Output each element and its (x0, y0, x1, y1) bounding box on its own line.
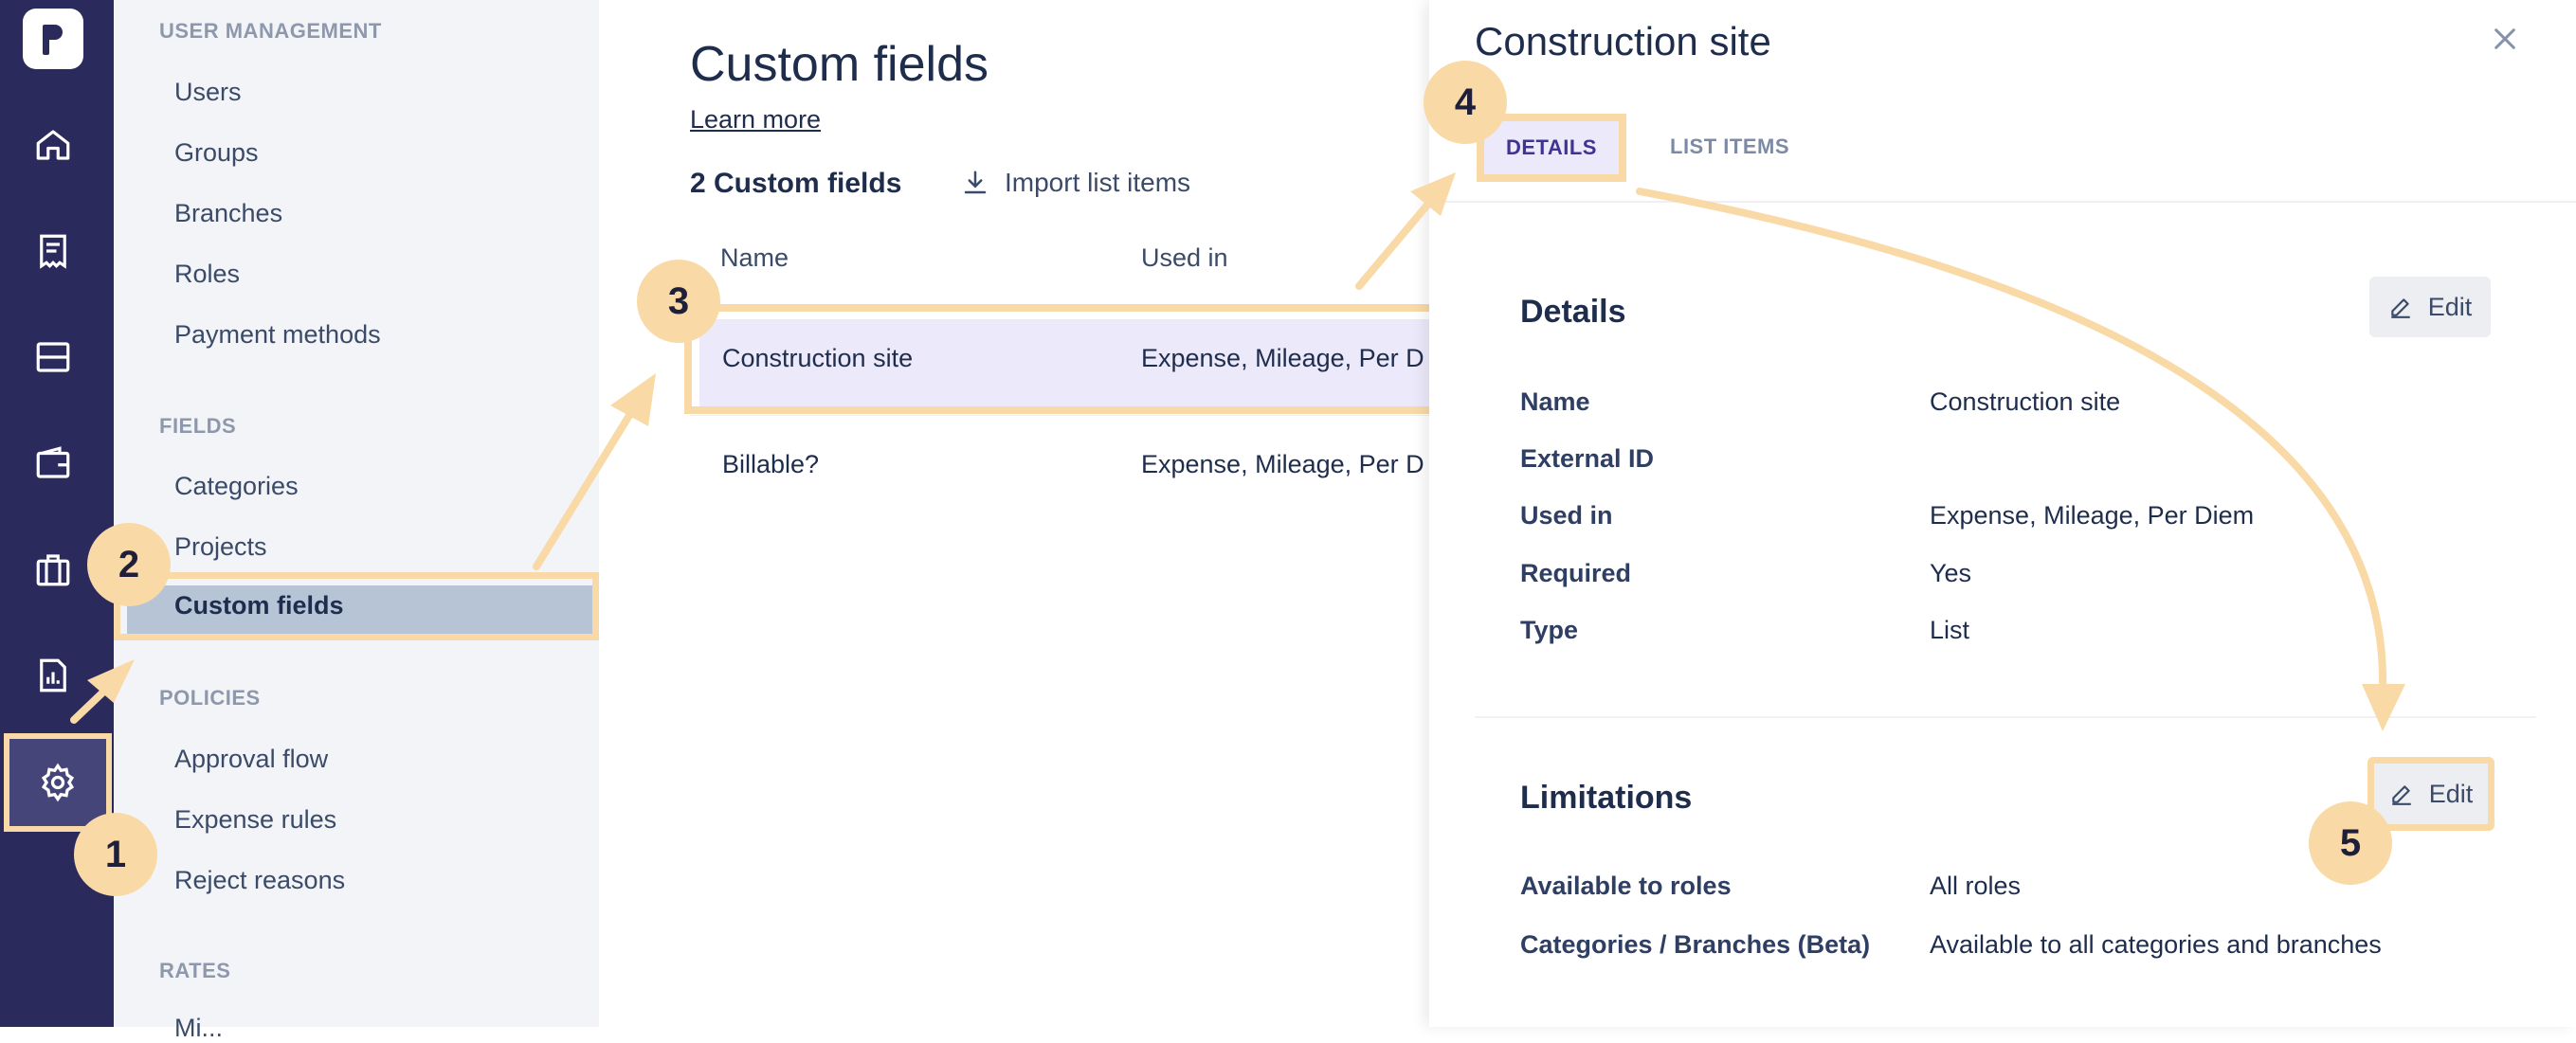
pencil-icon (2391, 785, 2411, 805)
column-header-used-in[interactable]: Used in (1141, 243, 1228, 273)
custom-fields-count: 2 Custom fields (690, 168, 902, 199)
step-badge-4: 4 (1424, 61, 1507, 144)
nav-section-fields: FIELDS (159, 414, 237, 438)
detail-label-external-id: External ID (1520, 444, 1655, 473)
import-label: Import list items (1005, 168, 1191, 197)
learn-more-link[interactable]: Learn more (690, 105, 821, 135)
wallet-icon[interactable] (28, 439, 78, 488)
row-divider (690, 415, 1429, 416)
nav-item-expense-rules[interactable]: Expense rules (174, 805, 336, 835)
page-title: Custom fields (690, 37, 989, 92)
tab-list-items[interactable]: LIST ITEMS (1670, 135, 1789, 159)
drawer-title: Construction site (1475, 19, 1771, 63)
row-name[interactable]: Billable? (722, 450, 1120, 479)
nav-section-user-management: USER MANAGEMENT (159, 19, 382, 43)
section-divider (1475, 716, 2536, 718)
step-badge-2: 2 (87, 523, 171, 606)
pencil-icon (2390, 298, 2410, 318)
nav-item-custom-fields[interactable]: Custom fields (174, 591, 344, 620)
nav-section-policies: POLICIES (159, 686, 261, 710)
report-icon[interactable] (28, 651, 78, 700)
details-heading: Details (1520, 294, 1626, 330)
limitations-edit-button[interactable]: Edit (2367, 757, 2494, 831)
step-badge-3: 3 (637, 260, 720, 343)
detail-label-name: Name (1520, 387, 1590, 416)
briefcase-icon[interactable] (28, 545, 78, 594)
nav-item-branches[interactable]: Branches (174, 199, 282, 228)
settings-nav: USER MANAGEMENT Users Groups Branches Ro… (114, 0, 599, 1042)
detail-value-type: List (1930, 616, 1970, 644)
detail-value-required: Yes (1930, 559, 1972, 587)
column-header-name[interactable]: Name (720, 243, 789, 273)
nav-section-rates: RATES (159, 959, 231, 982)
tab-divider (1429, 201, 2576, 203)
details-edit-button[interactable]: Edit (2369, 277, 2491, 337)
download-icon (964, 171, 987, 194)
custom-fields-page (599, 0, 1429, 1027)
row-name: Construction site (722, 344, 914, 372)
nav-item-mileage[interactable]: Mi... (174, 1014, 223, 1043)
step-badge-1: 1 (74, 813, 157, 896)
gear-icon (41, 763, 75, 802)
app-logo[interactable] (23, 9, 83, 69)
nav-item-approval-flow[interactable]: Approval flow (174, 745, 328, 774)
nav-item-categories[interactable]: Categories (174, 472, 299, 501)
limitation-value-roles: All roles (1930, 872, 2022, 900)
detail-label-required: Required (1520, 559, 1632, 587)
limitation-label-categories-branches: Categories / Branches (Beta) (1520, 930, 1871, 959)
receipt-icon[interactable] (28, 226, 78, 276)
step-badge-5: 5 (2309, 801, 2392, 885)
detail-label-used-in: Used in (1520, 501, 1613, 530)
close-button[interactable] (2483, 17, 2527, 61)
row-used-in: Expense, Mileage, Per Diem (1141, 344, 1425, 372)
import-list-items-button[interactable]: Import list items (961, 168, 1190, 198)
nav-item-reject-reasons[interactable]: Reject reasons (174, 866, 345, 895)
detail-value-name: Construction site (1930, 387, 2121, 416)
edit-label: Edit (2428, 779, 2474, 808)
card-icon[interactable] (28, 333, 78, 382)
limitation-label-roles: Available to roles (1520, 872, 1732, 900)
nav-item-groups[interactable]: Groups (174, 138, 259, 168)
limitation-value-categories-branches: Available to all categories and branches (1930, 930, 2382, 959)
nav-item-payment-methods[interactable]: Payment methods (174, 320, 381, 350)
limitations-heading: Limitations (1520, 780, 1693, 816)
nav-item-users[interactable]: Users (174, 78, 242, 107)
edit-label: Edit (2427, 292, 2473, 321)
close-icon (2494, 28, 2515, 49)
nav-item-projects[interactable]: Projects (174, 532, 267, 562)
home-icon[interactable] (28, 120, 78, 170)
nav-item-roles[interactable]: Roles (174, 260, 240, 289)
detail-label-type: Type (1520, 616, 1579, 644)
detail-value-used-in: Expense, Mileage, Per Diem (1930, 501, 2255, 530)
row-used-in: Expense, Mileage, Per Diem (1141, 450, 1425, 478)
